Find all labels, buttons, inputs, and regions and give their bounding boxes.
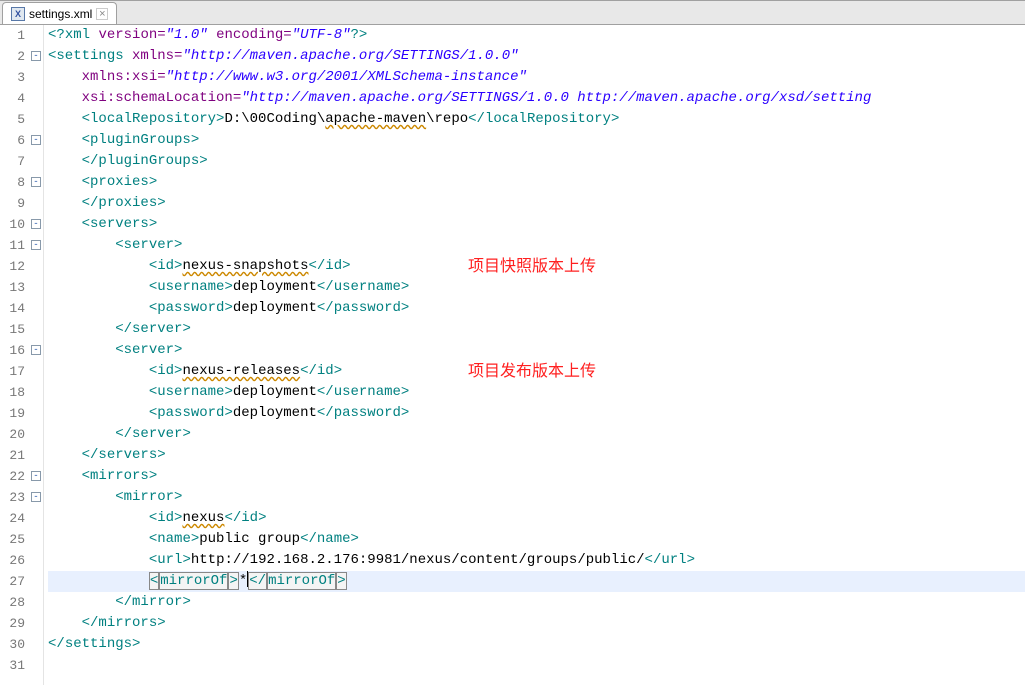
line-number: 31	[0, 655, 25, 676]
code-line[interactable]: <server>	[48, 340, 1025, 361]
line-number: 19	[0, 403, 25, 424]
code-line[interactable]: <name>public group</name>	[48, 529, 1025, 550]
line-number: 21	[0, 445, 25, 466]
code-line[interactable]: <id>nexus</id>	[48, 508, 1025, 529]
line-number: 26	[0, 550, 25, 571]
line-number: 5	[0, 109, 25, 130]
line-number: 30	[0, 634, 25, 655]
code-line[interactable]: <id>nexus-snapshots</id>项目快照版本上传	[48, 256, 1025, 277]
code-line[interactable]: <servers>	[48, 214, 1025, 235]
fold-toggle[interactable]: -	[31, 51, 41, 61]
line-number: 22-	[0, 466, 25, 487]
fold-toggle[interactable]: -	[31, 492, 41, 502]
line-number: 1	[0, 25, 25, 46]
code-line[interactable]: xsi:schemaLocation="http://maven.apache.…	[48, 88, 1025, 109]
code-line[interactable]: <username>deployment</username>	[48, 277, 1025, 298]
line-number: 15	[0, 319, 25, 340]
code-line[interactable]: </servers>	[48, 445, 1025, 466]
line-number: 25	[0, 529, 25, 550]
tab-title: settings.xml	[29, 7, 92, 21]
line-number: 14	[0, 298, 25, 319]
line-number: 13	[0, 277, 25, 298]
fold-strip	[27, 25, 43, 685]
line-number: 27	[0, 571, 25, 592]
line-number: 8-	[0, 172, 25, 193]
code-line[interactable]: <localRepository>D:\00Coding\apache-mave…	[48, 109, 1025, 130]
line-number: 11-	[0, 235, 25, 256]
line-number-gutter: 1 2- 3 4 5 6- 7 8- 9 10- 11- 12 13 14 15…	[0, 25, 44, 685]
code-line[interactable]: </server>	[48, 424, 1025, 445]
fold-toggle[interactable]: -	[31, 177, 41, 187]
line-number: 2-	[0, 46, 25, 67]
code-line[interactable]: </mirror>	[48, 592, 1025, 613]
xml-file-icon: X	[11, 7, 25, 21]
line-number: 3	[0, 67, 25, 88]
code-editor[interactable]: 1 2- 3 4 5 6- 7 8- 9 10- 11- 12 13 14 15…	[0, 25, 1025, 685]
line-number: 16-	[0, 340, 25, 361]
code-line[interactable]: <password>deployment</password>	[48, 298, 1025, 319]
code-line[interactable]: <proxies>	[48, 172, 1025, 193]
line-number: 17	[0, 361, 25, 382]
line-number: 18	[0, 382, 25, 403]
line-number: 29	[0, 613, 25, 634]
annotation-snapshot: 项目快照版本上传	[468, 256, 596, 277]
annotation-release: 项目发布版本上传	[468, 361, 596, 382]
code-line[interactable]: </mirrors>	[48, 613, 1025, 634]
tab-settings-xml[interactable]: X settings.xml ×	[2, 2, 117, 24]
code-line[interactable]: </proxies>	[48, 193, 1025, 214]
code-line[interactable]: <password>deployment</password>	[48, 403, 1025, 424]
fold-toggle[interactable]: -	[31, 471, 41, 481]
fold-toggle[interactable]: -	[31, 240, 41, 250]
tab-bar: X settings.xml ×	[0, 1, 1025, 25]
code-line[interactable]: </settings>	[48, 634, 1025, 655]
line-number: 20	[0, 424, 25, 445]
code-line[interactable]: <pluginGroups>	[48, 130, 1025, 151]
code-area[interactable]: <?xml version="1.0" encoding="UTF-8"?> <…	[44, 25, 1025, 685]
code-line[interactable]: <server>	[48, 235, 1025, 256]
fold-toggle[interactable]: -	[31, 135, 41, 145]
code-line[interactable]: <username>deployment</username>	[48, 382, 1025, 403]
code-line-active[interactable]: <mirrorOf>*</mirrorOf>	[48, 571, 1025, 592]
code-line[interactable]: xmlns:xsi="http://www.w3.org/2001/XMLSch…	[48, 67, 1025, 88]
line-number: 4	[0, 88, 25, 109]
fold-toggle[interactable]: -	[31, 219, 41, 229]
line-number: 6-	[0, 130, 25, 151]
code-line[interactable]: <id>nexus-releases</id>项目发布版本上传	[48, 361, 1025, 382]
fold-toggle[interactable]: -	[31, 345, 41, 355]
line-number: 10-	[0, 214, 25, 235]
code-line[interactable]: <settings xmlns="http://maven.apache.org…	[48, 46, 1025, 67]
line-number: 7	[0, 151, 25, 172]
line-number: 12	[0, 256, 25, 277]
line-number: 24	[0, 508, 25, 529]
line-number: 23-	[0, 487, 25, 508]
code-line[interactable]: </server>	[48, 319, 1025, 340]
code-line[interactable]: <mirrors>	[48, 466, 1025, 487]
code-line[interactable]	[48, 655, 1025, 676]
code-line[interactable]: </pluginGroups>	[48, 151, 1025, 172]
code-line[interactable]: <?xml version="1.0" encoding="UTF-8"?>	[48, 25, 1025, 46]
close-icon[interactable]: ×	[96, 8, 108, 20]
code-line[interactable]: <url>http://192.168.2.176:9981/nexus/con…	[48, 550, 1025, 571]
line-number: 9	[0, 193, 25, 214]
code-line[interactable]: <mirror>	[48, 487, 1025, 508]
line-number: 28	[0, 592, 25, 613]
